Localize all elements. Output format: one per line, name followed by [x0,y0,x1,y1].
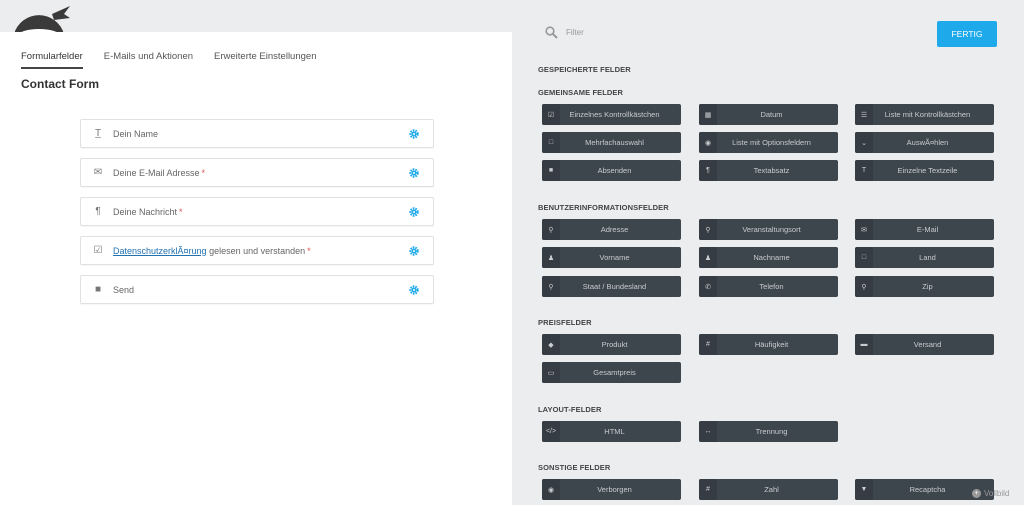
square-outline-icon: □ [542,132,560,153]
map-marker-icon: ⚲ [699,219,717,240]
checkbox-icon: ☑ [542,104,560,125]
gear-icon[interactable] [409,128,419,139]
tab-bar: Formularfelder E-Mails und Aktionen Erwe… [21,51,316,69]
field-button-email[interactable]: ✉ E-Mail [855,219,994,240]
square-icon: ■ [94,284,102,295]
required-marker: * [179,206,183,217]
calendar-icon: ▦ [699,104,717,125]
radio-icon: ◉ [699,132,717,153]
gear-icon[interactable] [409,284,419,295]
text-cursor-icon: T [855,160,873,181]
field-button-phone[interactable]: ✆ Telefon [699,276,838,297]
text-cursor-icon: T̲ [94,128,102,139]
field-button-single-line[interactable]: T Einzelne Textzeile [855,160,994,181]
form-field-message[interactable]: ¶ Deine Nachricht * [80,197,434,226]
section-user-info-fields: BENUTZERINFORMATIONSFELDER [538,203,669,212]
user-icon: ♟ [699,247,717,268]
field-button-select[interactable]: ⌄ AuswÃ¤hlen [855,132,994,153]
chevron-down-icon: ⌄ [855,132,873,153]
list-icon: ☰ [855,104,873,125]
required-marker: * [201,167,206,178]
square-icon: ■ [542,160,560,181]
user-icon: ♟ [542,247,560,268]
field-label: Deine E-Mail Adresse * [113,167,206,178]
section-saved-fields: GESPEICHERTE FELDER [538,65,631,74]
search-icon [545,26,558,39]
envelope-icon: ✉ [93,167,103,178]
field-button-hidden[interactable]: ◉ Verborgen [542,479,681,500]
tab-advanced-settings[interactable]: Erweiterte Einstellungen [214,51,316,69]
field-picker-panel: FERTIG GESPEICHERTE FELDER GEMEINSAME FE… [512,0,1024,505]
fullscreen-icon: + [972,489,981,498]
form-field-send[interactable]: ■ Send [80,275,434,304]
envelope-icon: ✉ [855,219,873,240]
required-marker: * [307,245,311,256]
form-builder-panel: Formularfelder E-Mails und Aktionen Erwe… [0,32,512,505]
tag-icon: ◆ [542,334,560,355]
privacy-policy-link[interactable]: DatenschutzerklÃ¤rung [113,246,207,256]
field-button-single-checkbox[interactable]: ☑ Einzelnes Kontrollkästchen [542,104,681,125]
field-label: Deine Nachricht * [113,206,183,217]
form-title: Contact Form [21,77,99,91]
field-button-address[interactable]: ⚲ Adresse [542,219,681,240]
field-label: DatenschutzerklÃ¤rung gelesen und versta… [113,245,311,256]
map-marker-icon: ⚲ [542,219,560,240]
field-button-shipping[interactable]: ▬ Versand [855,334,994,355]
phone-icon: ✆ [699,276,717,297]
field-button-quantity[interactable]: # Häufigkeit [699,334,838,355]
done-button[interactable]: FERTIG [937,21,997,47]
paragraph-icon: ¶ [95,206,101,217]
field-button-state[interactable]: ⚲ Staat / Bundesland [542,276,681,297]
paragraph-icon: ¶ [699,160,717,181]
hash-icon: # [699,334,717,355]
field-button-html[interactable]: </> HTML [542,421,681,442]
section-common-fields: GEMEINSAME FELDER [538,88,624,97]
eye-slash-icon: ◉ [542,479,560,500]
map-marker-icon: ⚲ [542,276,560,297]
gear-icon[interactable] [409,167,419,178]
field-label: Dein Name [113,128,159,139]
hash-icon: # [699,479,717,500]
field-button-first-name[interactable]: ♟ Vorname [542,247,681,268]
field-button-number[interactable]: # Zahl [699,479,838,500]
field-button-checkbox-list[interactable]: ☰ Liste mit Kontrollkästchen [855,104,994,125]
section-misc-fields: SONSTIGE FELDER [538,463,611,472]
gear-icon[interactable] [409,206,419,217]
field-button-total[interactable]: ▭ Gesamtpreis [542,362,681,383]
checkbox-icon: ☑ [93,245,103,256]
field-button-date[interactable]: ▦ Datum [699,104,838,125]
form-field-name[interactable]: T̲ Dein Name [80,119,434,148]
field-button-submit[interactable]: ■ Absenden [542,160,681,181]
field-label: Send [113,284,135,295]
field-button-paragraph[interactable]: ¶ Textabsatz [699,160,838,181]
form-field-email[interactable]: ✉ Deine E-Mail Adresse * [80,158,434,187]
divider-icon: ↔ [699,421,717,442]
search-bar [545,26,766,39]
gear-icon[interactable] [409,245,419,256]
field-button-divider[interactable]: ↔ Trennung [699,421,838,442]
filter-input[interactable] [566,28,766,37]
tab-form-fields[interactable]: Formularfelder [21,51,83,69]
field-button-multiselect[interactable]: □ Mehrfachauswahl [542,132,681,153]
truck-icon: ▬ [855,334,873,355]
field-button-product[interactable]: ◆ Produkt [542,334,681,355]
field-button-radio-list[interactable]: ◉ Liste mit Optionsfeldern [699,132,838,153]
section-layout-fields: LAYOUT-FELDER [538,405,602,414]
form-field-privacy[interactable]: ☑ DatenschutzerklÃ¤rung gelesen und vers… [80,236,434,265]
code-icon: </> [542,421,560,442]
money-icon: ▭ [542,362,560,383]
filter-icon: ▼ [855,479,873,500]
map-marker-icon: ⚲ [855,276,873,297]
field-button-zip[interactable]: ⚲ Zip [855,276,994,297]
section-pricing-fields: PREISFELDER [538,318,592,327]
field-button-venue[interactable]: ⚲ Veranstaltungsort [699,219,838,240]
ninja-logo [14,6,70,34]
fullscreen-toggle[interactable]: + Vollbild [972,489,1009,498]
field-button-country[interactable]: □ Land [855,247,994,268]
tab-emails-actions[interactable]: E-Mails und Aktionen [104,51,193,69]
square-outline-icon: □ [855,247,873,268]
field-button-last-name[interactable]: ♟ Nachname [699,247,838,268]
